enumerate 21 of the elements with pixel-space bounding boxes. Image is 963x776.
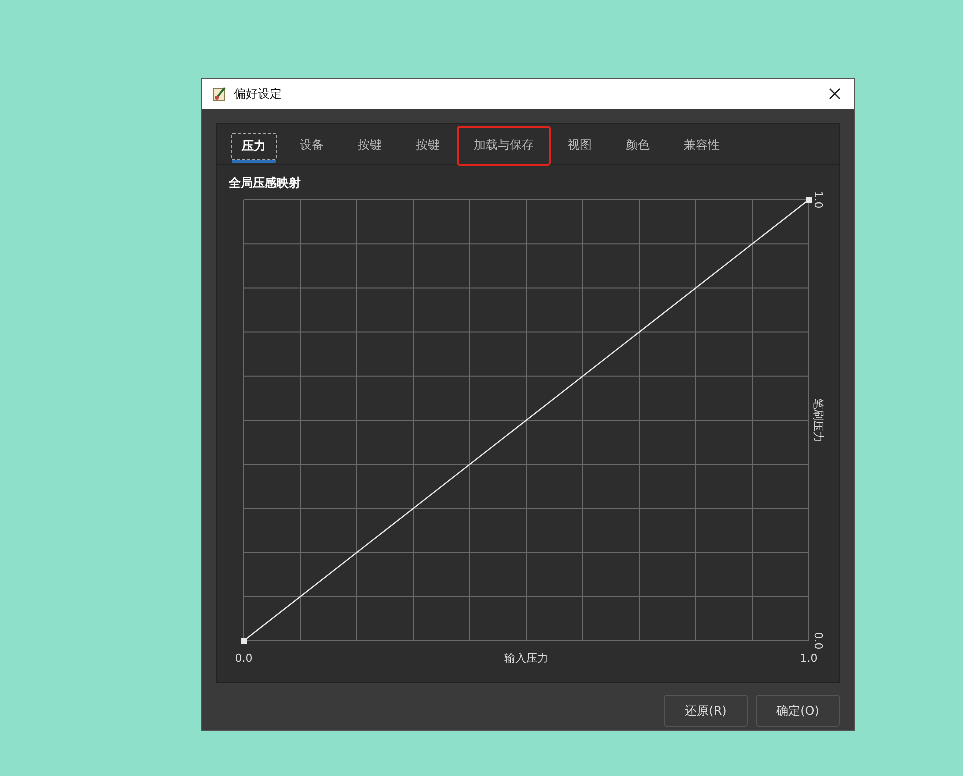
x-tick-label: 1.0 — [800, 652, 818, 665]
dialog-button[interactable]: 确定(O) — [756, 695, 840, 727]
x-tick-label: 0.0 — [235, 652, 253, 665]
curve-handle[interactable] — [241, 638, 247, 644]
close-icon[interactable] — [828, 87, 842, 101]
y-tick-label: 1.0 — [812, 191, 825, 209]
x-axis-title: 输入压力 — [504, 652, 548, 665]
tab[interactable]: 设备 — [289, 132, 335, 160]
tab[interactable]: 按键 — [347, 132, 393, 160]
y-tick-label: 0.0 — [812, 632, 825, 650]
tab[interactable]: 视图 — [557, 132, 603, 160]
curve-handle[interactable] — [806, 197, 812, 203]
y-axis-title: 笔刷压力 — [812, 398, 825, 442]
tab[interactable]: 颜色 — [615, 132, 661, 160]
paintbrush-icon — [212, 86, 228, 102]
dialog-button[interactable]: 还原(R) — [664, 695, 748, 727]
window-title: 偏好设定 — [234, 86, 283, 102]
tab[interactable]: 按键 — [405, 132, 451, 160]
tab[interactable]: 加载与保存 — [463, 132, 545, 160]
section-title: 全局压感映射 — [229, 175, 302, 191]
tab[interactable]: 兼容性 — [673, 132, 731, 160]
